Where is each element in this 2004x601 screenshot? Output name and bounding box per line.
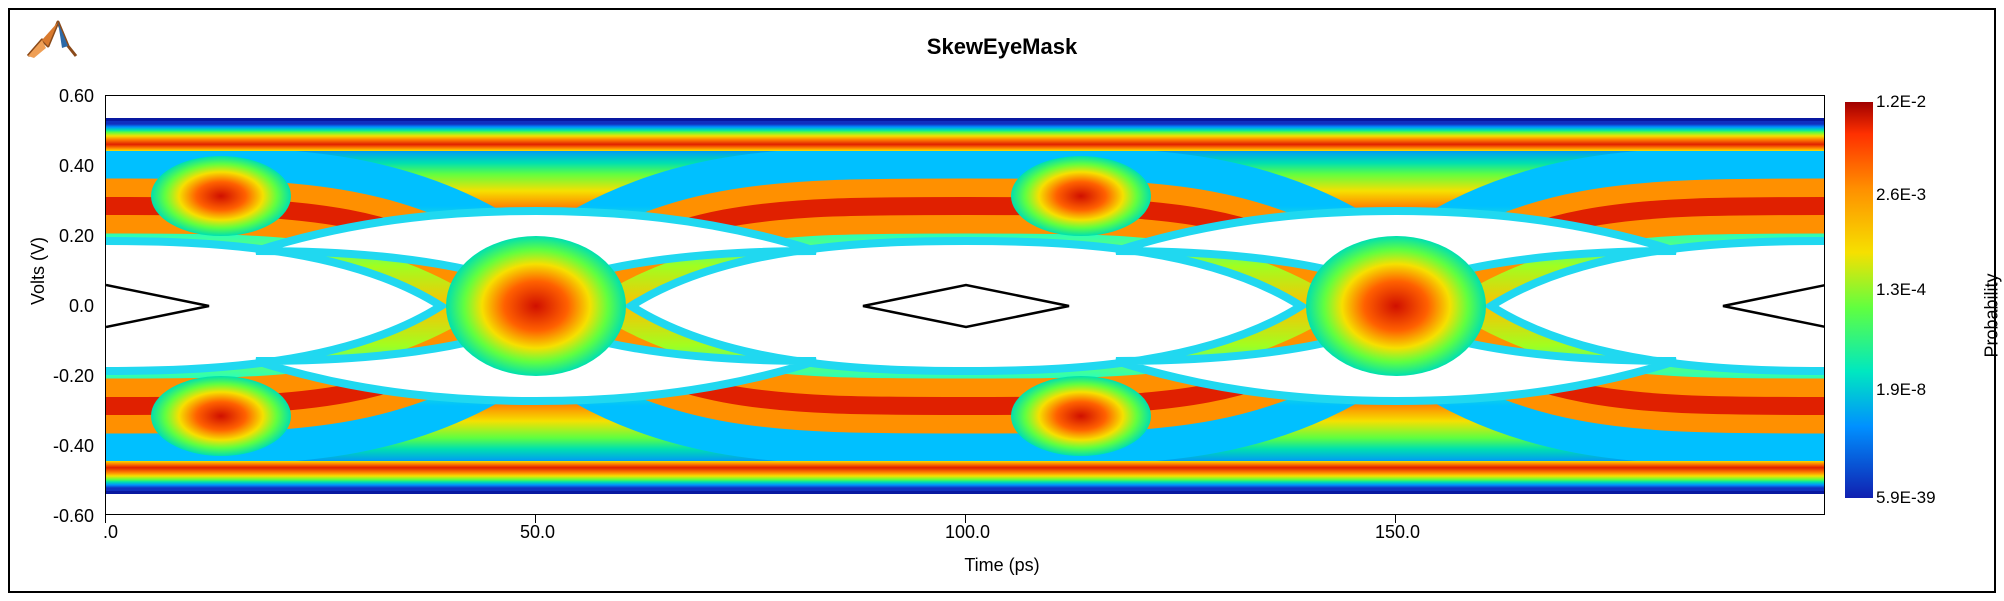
y-axis-label: Volts (V): [28, 237, 49, 305]
x-axis-label: Time (ps): [10, 555, 1994, 576]
y-tick-label: -0.20: [14, 366, 94, 387]
x-tick-label: 100.0: [945, 522, 990, 543]
x-tick-label: 150.0: [1375, 522, 1420, 543]
y-tick-label: 0.0: [14, 296, 94, 317]
colorbar: [1845, 102, 1873, 498]
eye-diagram-heatmap: [105, 95, 1825, 515]
colorbar-tick-label: 5.9E-39: [1876, 488, 1936, 508]
y-tick-label: 0.40: [14, 156, 94, 177]
colorbar-tick-label: 2.6E-3: [1876, 185, 1926, 205]
heatmap-svg: [106, 96, 1825, 515]
colorbar-tick-label: 1.2E-2: [1876, 92, 1926, 112]
x-tick-label: .0: [103, 522, 118, 543]
figure-window: SkewEyeMask 0.60 0.40 0.20 0.0 -0.20 -0.…: [8, 8, 1996, 593]
plot-title: SkewEyeMask: [10, 34, 1994, 60]
colorbar-tick-label: 1.9E-8: [1876, 380, 1926, 400]
colorbar-axis-label: Probability: [1982, 273, 2003, 357]
y-tick-label: 0.20: [14, 226, 94, 247]
y-tick-label: -0.60: [14, 506, 94, 527]
x-tick-label: 50.0: [520, 522, 555, 543]
colorbar-tick-label: 1.3E-4: [1876, 280, 1926, 300]
y-tick-label: 0.60: [14, 86, 94, 107]
y-tick-label: -0.40: [14, 436, 94, 457]
